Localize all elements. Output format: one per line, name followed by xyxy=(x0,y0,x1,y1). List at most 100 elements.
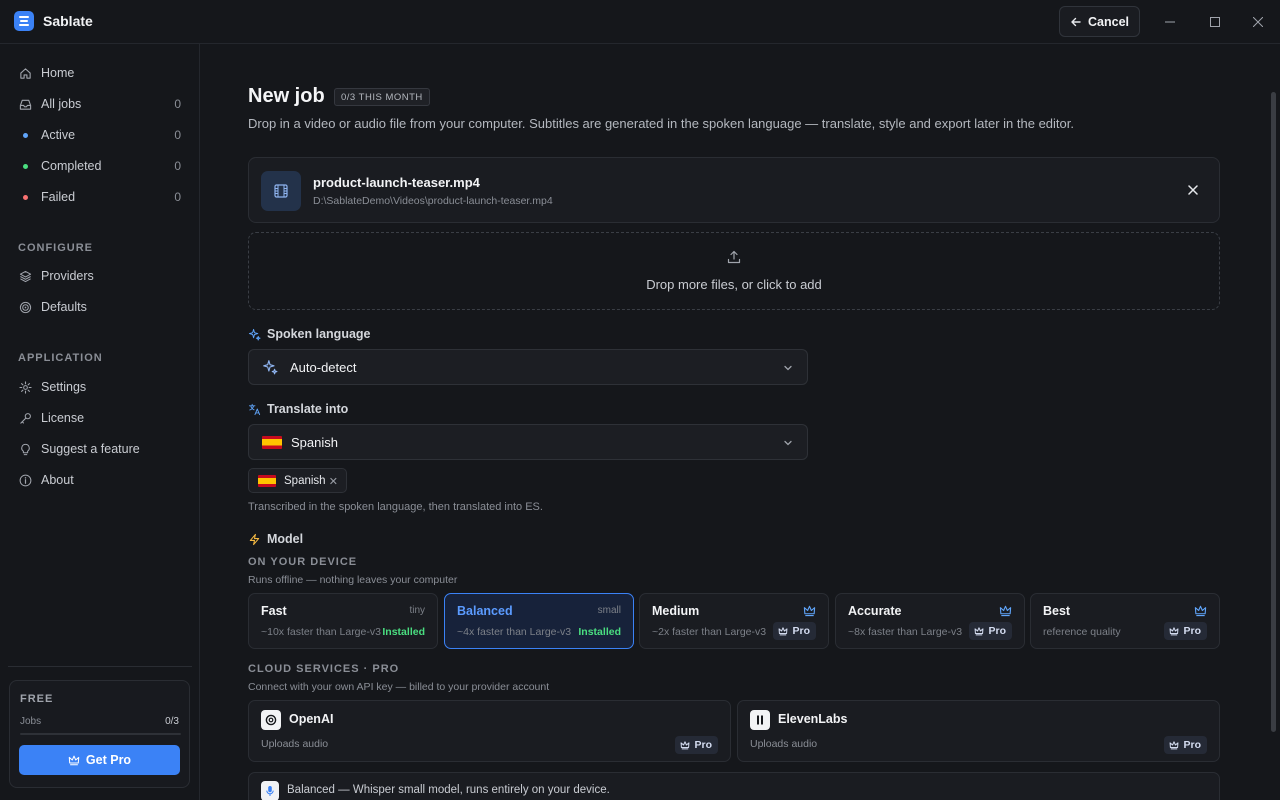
main-content: New job 0/3 THIS MONTH Drop in a video o… xyxy=(200,44,1280,800)
model-name: Accurate xyxy=(848,604,902,618)
model-size: small xyxy=(597,605,621,616)
pro-label: Pro xyxy=(1183,739,1201,751)
plan-jobs-count: 0/3 xyxy=(165,716,179,727)
sidebar-item-label: Defaults xyxy=(41,300,87,314)
maximize-button[interactable] xyxy=(1205,12,1225,32)
on-device-hint: Runs offline — nothing leaves your compu… xyxy=(248,574,458,586)
sidebar-item-label: Providers xyxy=(41,269,94,283)
status-dot-completed xyxy=(18,159,32,173)
status-dot-failed xyxy=(18,190,32,204)
close-window-button[interactable] xyxy=(1248,12,1268,32)
on-device-label: ON YOUR DEVICE xyxy=(248,556,358,568)
model-name: Balanced xyxy=(457,604,513,618)
crown-icon xyxy=(1170,741,1179,750)
arrow-left-icon xyxy=(1071,17,1081,26)
model-speed: reference quality xyxy=(1043,626,1121,638)
sidebar-item-settings[interactable]: Settings xyxy=(0,373,199,401)
section-label-application: APPLICATION xyxy=(18,352,103,364)
job-count: 0 xyxy=(174,159,181,173)
key-icon xyxy=(18,411,32,425)
crown-icon xyxy=(681,741,690,750)
model-option-medium[interactable]: Medium ~2x faster than Large-v3 Pro xyxy=(639,593,829,649)
select-value: Spanish xyxy=(291,434,338,450)
model-speed: ~8x faster than Large-v3 xyxy=(848,626,963,638)
upload-icon xyxy=(727,250,741,264)
pro-badge: Pro xyxy=(969,622,1012,640)
main-scrollbar[interactable] xyxy=(1271,92,1276,732)
field-label-text: Spoken language xyxy=(267,327,371,341)
dropzone-text: Drop more files, or click to add xyxy=(646,277,822,292)
sidebar-divider xyxy=(8,666,192,667)
model-size: tiny xyxy=(409,605,425,616)
file-path: D:\SablateDemo\Videos\product-launch-tea… xyxy=(313,195,553,207)
model-option-accurate[interactable]: Accurate ~8x faster than Large-v3 Pro xyxy=(835,593,1025,649)
minimize-button[interactable] xyxy=(1160,12,1180,32)
plan-card: FREE Jobs 0/3 Get Pro xyxy=(9,680,190,788)
minimize-icon xyxy=(1165,21,1175,23)
get-pro-button[interactable]: Get Pro xyxy=(19,745,180,775)
remove-language-button[interactable]: ✕ xyxy=(329,475,338,488)
page-title: New job xyxy=(248,85,325,107)
crown-icon xyxy=(1170,627,1179,636)
cloud-provider-openai[interactable]: OpenAI Uploads audio Pro xyxy=(248,700,731,762)
film-icon xyxy=(261,171,301,211)
sidebar-item-failed[interactable]: Failed 0 xyxy=(0,183,199,211)
pro-label: Pro xyxy=(988,625,1006,637)
cancel-label: Cancel xyxy=(1088,14,1129,29)
sidebar-item-label: Failed xyxy=(41,190,76,204)
sidebar-item-label: All jobs xyxy=(41,97,82,111)
sidebar-item-label: Active xyxy=(41,128,76,142)
remove-file-button[interactable] xyxy=(1185,182,1201,198)
plan-jobs-label: Jobs xyxy=(20,716,42,727)
provider-name: OpenAI xyxy=(289,712,334,726)
app-title: Sablate xyxy=(43,13,93,29)
cloud-services-hint: Connect with your own API key — billed t… xyxy=(248,681,550,693)
model-option-best[interactable]: Best reference quality Pro xyxy=(1030,593,1220,649)
section-label-configure: CONFIGURE xyxy=(18,242,93,254)
provider-sub: Uploads audio xyxy=(750,738,818,750)
provider-sub: Uploads audio xyxy=(261,738,329,750)
sidebar-item-label: Completed xyxy=(41,159,102,173)
job-count: 0 xyxy=(174,190,181,204)
spoken-language-label: Spoken language xyxy=(248,327,371,341)
sidebar-item-completed[interactable]: Completed 0 xyxy=(0,152,199,180)
pro-badge: Pro xyxy=(675,736,718,754)
pro-label: Pro xyxy=(694,739,712,751)
file-dropzone[interactable]: Drop more files, or click to add xyxy=(248,232,1220,310)
selected-file-card: product-launch-teaser.mp4 D:\SablateDemo… xyxy=(248,157,1220,223)
sidebar-item-suggest-feature[interactable]: Suggest a feature xyxy=(0,435,199,463)
status-dot-active xyxy=(18,128,32,142)
get-pro-label: Get Pro xyxy=(85,753,132,767)
elevenlabs-logo-icon xyxy=(750,710,770,730)
sidebar-item-label: About xyxy=(41,473,74,487)
pro-badge: Pro xyxy=(1164,622,1207,640)
model-option-balanced[interactable]: Balanced small ~4x faster than Large-v3 … xyxy=(444,593,634,649)
sidebar-item-about[interactable]: About xyxy=(0,466,199,494)
installed-status: Installed xyxy=(382,626,425,638)
sidebar-item-license[interactable]: License xyxy=(0,404,199,432)
sidebar-item-all-jobs[interactable]: All jobs 0 xyxy=(0,90,199,118)
cloud-provider-elevenlabs[interactable]: ElevenLabs Uploads audio Pro xyxy=(737,700,1220,762)
pro-label: Pro xyxy=(792,625,810,637)
spoken-language-select[interactable]: Auto-detect xyxy=(248,349,808,385)
chevron-down-icon xyxy=(784,440,792,446)
translate-language-select[interactable]: Spanish xyxy=(248,424,808,460)
bolt-icon xyxy=(249,533,260,545)
crown-icon xyxy=(1194,605,1207,617)
summary-text: Balanced — Whisper small model, runs ent… xyxy=(287,784,610,796)
cancel-button[interactable]: Cancel xyxy=(1059,6,1140,37)
layers-icon xyxy=(18,269,32,283)
model-summary: Balanced — Whisper small model, runs ent… xyxy=(248,772,1220,800)
sidebar-item-defaults[interactable]: Defaults xyxy=(0,293,199,321)
model-option-fast[interactable]: Fast tiny ~10x faster than Large-v3 Inst… xyxy=(248,593,438,649)
sidebar-item-label: License xyxy=(41,411,85,425)
sidebar-item-active[interactable]: Active 0 xyxy=(0,121,199,149)
home-icon xyxy=(18,66,32,80)
job-count: 0 xyxy=(174,128,181,142)
translate-hint: Transcribed in the spoken language, then… xyxy=(248,501,543,513)
sidebar-item-home[interactable]: Home xyxy=(0,59,199,87)
crown-icon xyxy=(779,627,788,636)
field-label-text: Model xyxy=(267,532,304,546)
model-label: Model xyxy=(248,532,303,546)
sidebar-item-providers[interactable]: Providers xyxy=(0,262,199,290)
